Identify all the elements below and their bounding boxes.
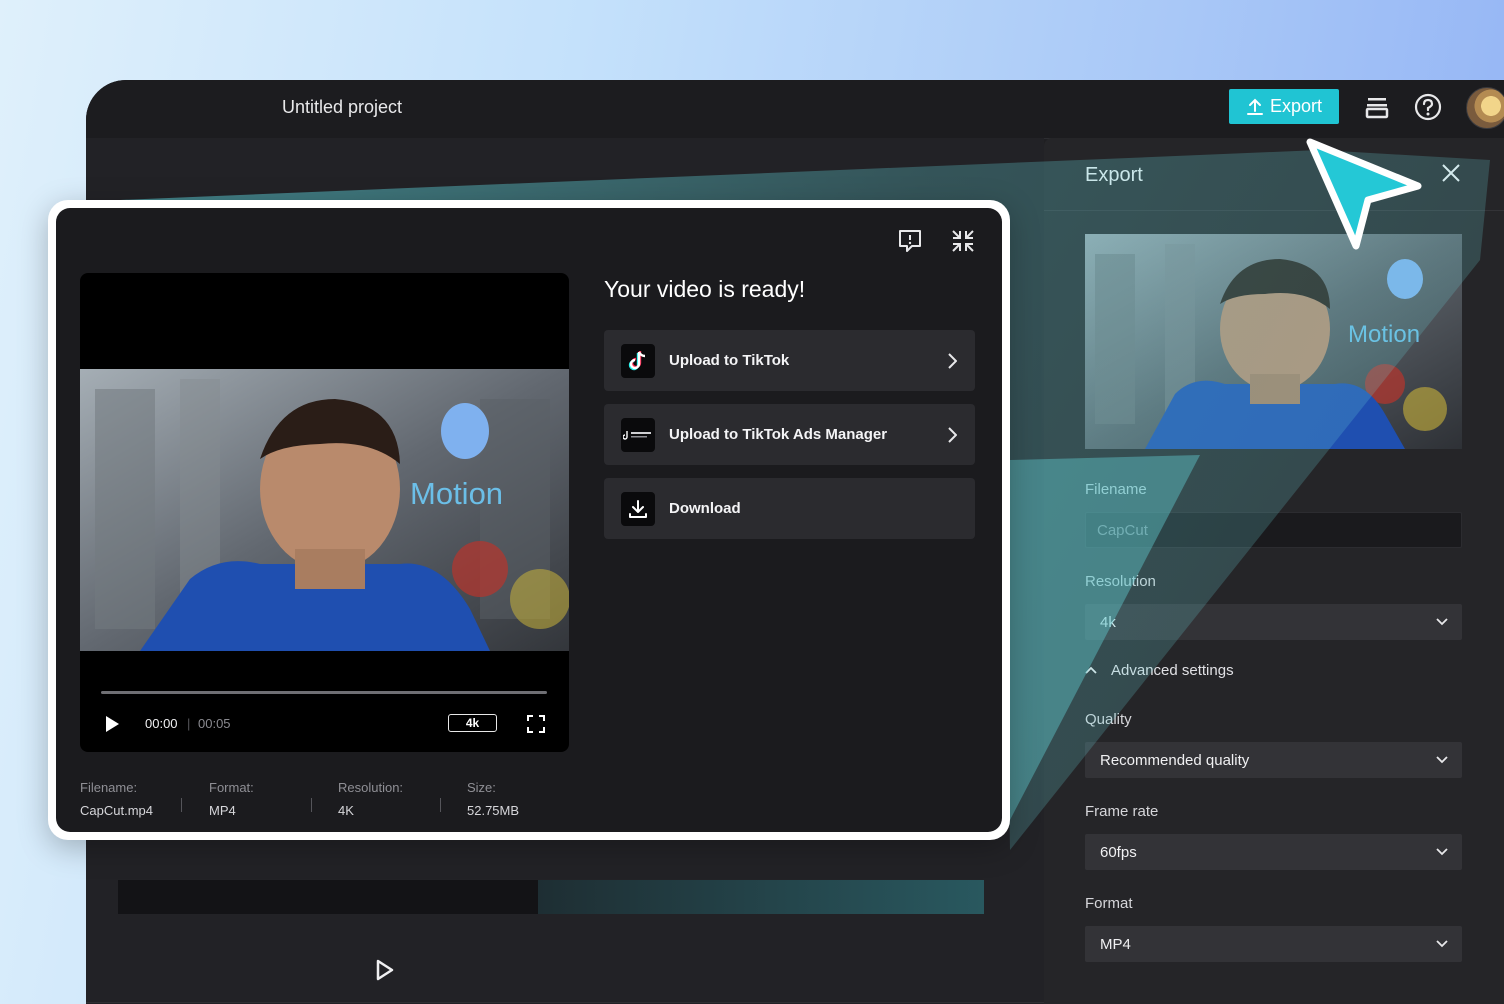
video-frame: Motion: [80, 369, 569, 651]
meta-separator: [311, 798, 312, 812]
upload-tiktok-ads-button[interactable]: Upload to TikTok Ads Manager: [604, 404, 975, 465]
fullscreen-icon[interactable]: [527, 715, 545, 733]
meta-format: Format: MP4: [209, 780, 254, 818]
duration: 00:05: [198, 716, 231, 731]
play-icon[interactable]: [104, 715, 120, 733]
tiktok-business-icon: [621, 417, 655, 452]
export-ready-dialog-body: Motion 00:00 | 00:05 4k Your video is re…: [56, 208, 1002, 832]
filename-input-value: CapCut: [1097, 521, 1148, 539]
meta-resolution-key: Resolution:: [338, 780, 404, 795]
meta-filename: Filename: CapCut.mp4: [80, 780, 153, 818]
collapse-icon[interactable]: [950, 228, 976, 254]
filename-input[interactable]: CapCut: [1085, 512, 1462, 548]
help-icon[interactable]: [1413, 92, 1443, 122]
export-button[interactable]: Export: [1229, 89, 1339, 124]
meta-size-key: Size:: [467, 780, 496, 795]
chevron-up-icon: [1085, 666, 1097, 674]
advanced-settings-toggle[interactable]: Advanced settings: [1085, 662, 1234, 679]
quality-select-value: Recommended quality: [1100, 751, 1250, 769]
export-panel-title: Export: [1085, 164, 1143, 186]
export-thumbnail: Motion: [1085, 234, 1462, 449]
divider: [86, 1002, 1044, 1003]
upload-tiktok-label: Upload to TikTok: [669, 352, 790, 369]
preview-strip: [118, 880, 984, 914]
tiktok-icon: [621, 343, 655, 378]
meta-separator: [440, 798, 441, 812]
chevron-down-icon: [1436, 756, 1448, 764]
export-button-label: Export: [1269, 96, 1323, 116]
resolution-select-value: 4k: [1100, 613, 1116, 631]
thumb-overlay-text: Motion: [1348, 321, 1420, 348]
filename-label: Filename: [1085, 481, 1147, 498]
export-ready-dialog: Motion 00:00 | 00:05 4k Your video is re…: [48, 200, 1010, 840]
quality-label: Quality: [1085, 711, 1132, 728]
upload-tiktok-ads-label: Upload to TikTok Ads Manager: [669, 426, 888, 443]
meta-size-value: 52.75MB: [467, 803, 520, 818]
meta-filename-value: CapCut.mp4: [80, 803, 153, 818]
current-time: 00:00: [145, 716, 178, 731]
framerate-label: Frame rate: [1085, 803, 1159, 820]
chevron-right-icon: [948, 426, 957, 443]
upload-tiktok-button[interactable]: Upload to TikTok: [604, 330, 975, 391]
chevron-down-icon: [1436, 848, 1448, 856]
chevron-down-icon: [1436, 940, 1448, 948]
meta-filename-key: Filename:: [80, 780, 138, 795]
cursor-arrow-icon: [1306, 138, 1422, 250]
export-panel: Export Motion Filename CapCut Resolution…: [1044, 138, 1504, 1004]
meta-separator: [181, 798, 182, 812]
meta-format-key: Format:: [209, 780, 254, 795]
framerate-select-value: 60fps: [1100, 843, 1137, 861]
format-select[interactable]: MP4: [1085, 926, 1462, 962]
layers-icon[interactable]: [1362, 92, 1392, 122]
meta-resolution-value: 4K: [338, 803, 354, 818]
chevron-down-icon: [1436, 618, 1448, 626]
meta-size: Size: 52.75MB: [467, 780, 519, 818]
video-player[interactable]: Motion 00:00 | 00:05 4k: [80, 273, 569, 752]
format-label: Format: [1085, 895, 1133, 912]
resolution-select[interactable]: 4k: [1085, 604, 1462, 640]
video-progress-bar[interactable]: [101, 691, 547, 694]
play-icon[interactable]: [374, 958, 396, 982]
upload-icon: [1246, 98, 1263, 115]
video-overlay-text: Motion: [410, 476, 503, 511]
user-avatar[interactable]: [1466, 87, 1504, 129]
project-title[interactable]: Untitled project: [282, 97, 402, 118]
time-separator: |: [187, 716, 191, 731]
download-icon: [621, 491, 655, 526]
meta-format-value: MP4: [209, 803, 236, 818]
meta-resolution: Resolution: 4K: [338, 780, 403, 818]
chevron-right-icon: [948, 352, 957, 369]
format-select-value: MP4: [1100, 935, 1131, 953]
quality-select[interactable]: Recommended quality: [1085, 742, 1462, 778]
close-icon[interactable]: [1440, 162, 1462, 184]
resolution-label: Resolution: [1085, 573, 1156, 590]
export-panel-header: Export: [1044, 138, 1504, 211]
advanced-settings-label: Advanced settings: [1111, 662, 1234, 679]
resolution-badge[interactable]: 4k: [448, 714, 497, 732]
top-bar: Untitled project Export: [86, 80, 1504, 139]
feedback-icon[interactable]: [897, 228, 923, 254]
download-label: Download: [669, 500, 741, 517]
framerate-select[interactable]: 60fps: [1085, 834, 1462, 870]
video-ready-title: Your video is ready!: [604, 276, 806, 302]
download-button[interactable]: Download: [604, 478, 975, 539]
